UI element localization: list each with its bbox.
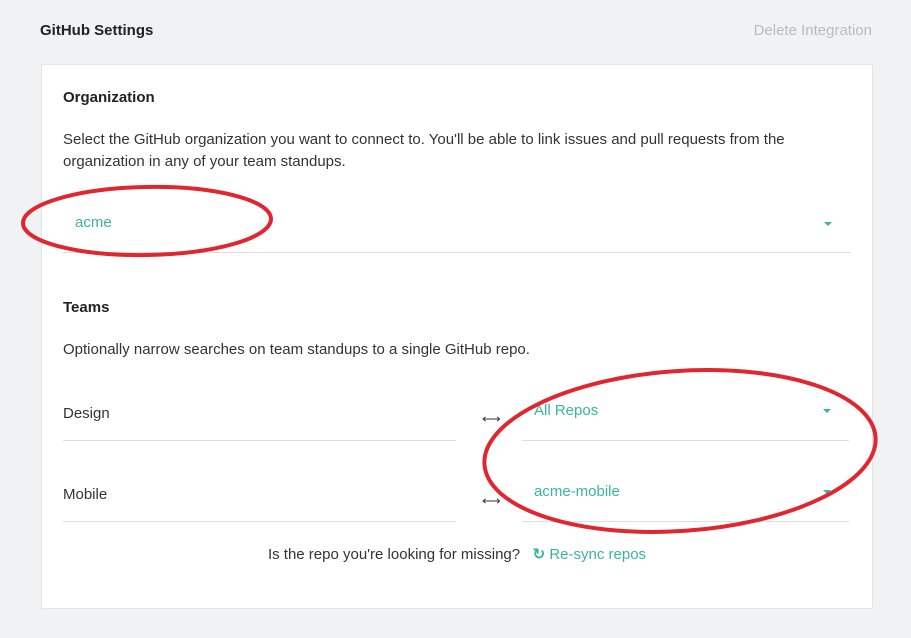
chevron-down-icon (823, 409, 831, 413)
chevron-down-icon (823, 490, 831, 494)
team-field-mobile: Mobile (63, 465, 456, 522)
repo-select-value: All Repos (534, 402, 599, 419)
organization-select[interactable]: acme (63, 199, 850, 253)
refresh-icon: ↻ (532, 546, 546, 563)
repo-select-mobile[interactable]: acme-mobile (522, 465, 849, 522)
organization-select-value: acme (75, 214, 112, 231)
organization-description: Select the GitHub organization you want … (63, 131, 785, 170)
chevron-down-icon (824, 222, 832, 226)
resync-repos-link[interactable]: ↻ Re-sync repos (533, 546, 646, 563)
team-field-design: Design (63, 385, 456, 441)
page-title: GitHub Settings (40, 22, 154, 39)
team-name: Mobile (63, 486, 108, 503)
organization-heading: Organization (63, 89, 155, 106)
repo-select-value: acme-mobile (534, 483, 620, 500)
settings-card: Organization Select the GitHub organizat… (41, 64, 873, 609)
resync-repos-label: Re-sync repos (549, 546, 647, 563)
resync-row: Is the repo you're looking for missing? … (42, 545, 872, 564)
team-name: Design (63, 405, 110, 422)
top-bar: GitHub Settings Delete Integration (0, 0, 911, 62)
repo-select-design[interactable]: All Repos (522, 385, 849, 441)
teams-description: Optionally narrow searches on team stand… (63, 341, 530, 358)
delete-integration-link[interactable]: Delete Integration (754, 22, 872, 39)
swap-horizontal-icon: ⟷ (482, 411, 501, 426)
missing-repo-question: Is the repo you're looking for missing? (267, 546, 521, 563)
swap-horizontal-icon: ⟷ (482, 493, 501, 508)
teams-heading: Teams (63, 299, 110, 316)
